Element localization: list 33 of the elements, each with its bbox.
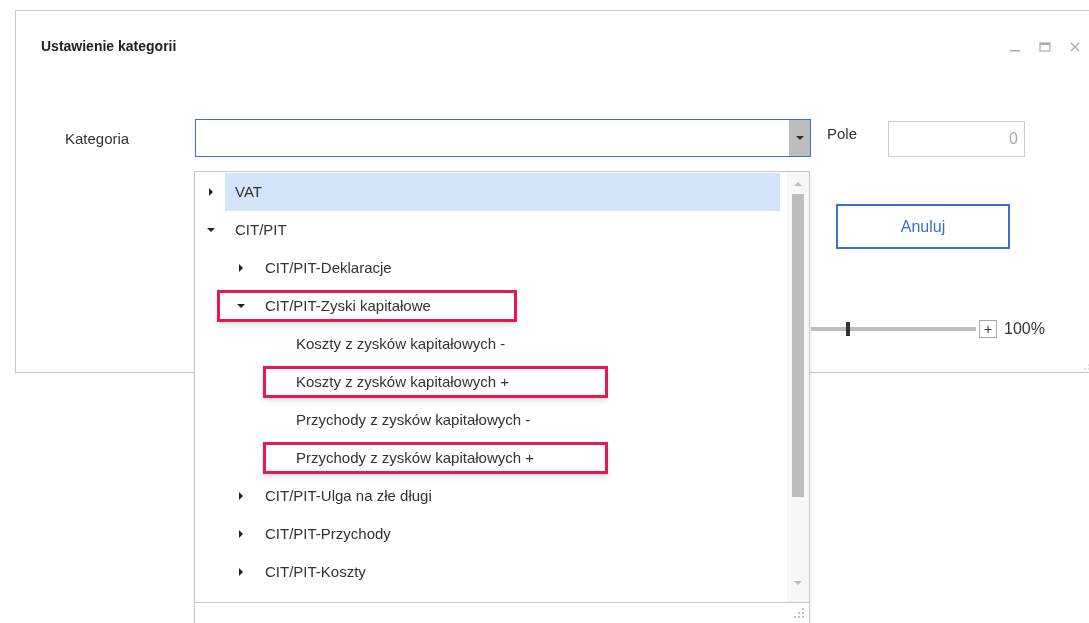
zoom-slider[interactable] (811, 322, 976, 336)
zoom-in-button[interactable]: + (979, 320, 997, 338)
tree-item[interactable]: CIT/PIT-Koszty (255, 553, 780, 591)
scrollbar[interactable] (787, 172, 809, 602)
tree-item[interactable]: VAT (225, 173, 780, 211)
slider-thumb[interactable] (846, 322, 851, 336)
expand-caret-icon[interactable] (207, 188, 215, 196)
tree-item[interactable]: CIT/PIT-Deklaracje (255, 249, 780, 287)
tree-item[interactable]: CIT/PIT (225, 211, 780, 249)
window-title: Ustawienie kategorii (41, 37, 178, 56)
resize-grip-icon[interactable] (1084, 364, 1089, 370)
caret-icon (795, 136, 804, 140)
category-combo[interactable] (195, 119, 811, 157)
cancel-button[interactable]: Anuluj (836, 204, 1010, 249)
tree-item[interactable]: Przychody z zysków kapitałowych + (285, 439, 780, 477)
tree-item[interactable]: CIT/PIT-Zyski kapitałowe (255, 287, 780, 325)
zoom-percent: 100% (1004, 319, 1045, 339)
expand-caret-icon[interactable] (237, 530, 245, 538)
tree-item[interactable]: Koszty z zysków kapitałowych + (285, 363, 780, 401)
category-label: Kategoria (65, 129, 131, 149)
expand-caret-icon[interactable] (237, 264, 245, 272)
field-label: Pole (827, 124, 859, 144)
collapse-caret-icon[interactable] (237, 302, 245, 310)
tree-item[interactable]: Przychody z zysków kapitałowych - (285, 401, 780, 439)
expand-caret-icon[interactable] (237, 492, 245, 500)
dropdown-button[interactable] (789, 120, 810, 156)
scroll-thumb[interactable] (792, 194, 804, 497)
tree-item[interactable]: Koszty z zysków kapitałowych - (285, 325, 780, 363)
collapse-caret-icon[interactable] (207, 226, 215, 234)
resize-grip-icon[interactable] (793, 607, 805, 619)
tree-item[interactable]: CIT/PIT-Ulga na złe długi (255, 477, 780, 515)
expand-caret-icon[interactable] (237, 568, 245, 576)
tree-item[interactable]: CIT/PIT-Przychody (255, 515, 780, 553)
